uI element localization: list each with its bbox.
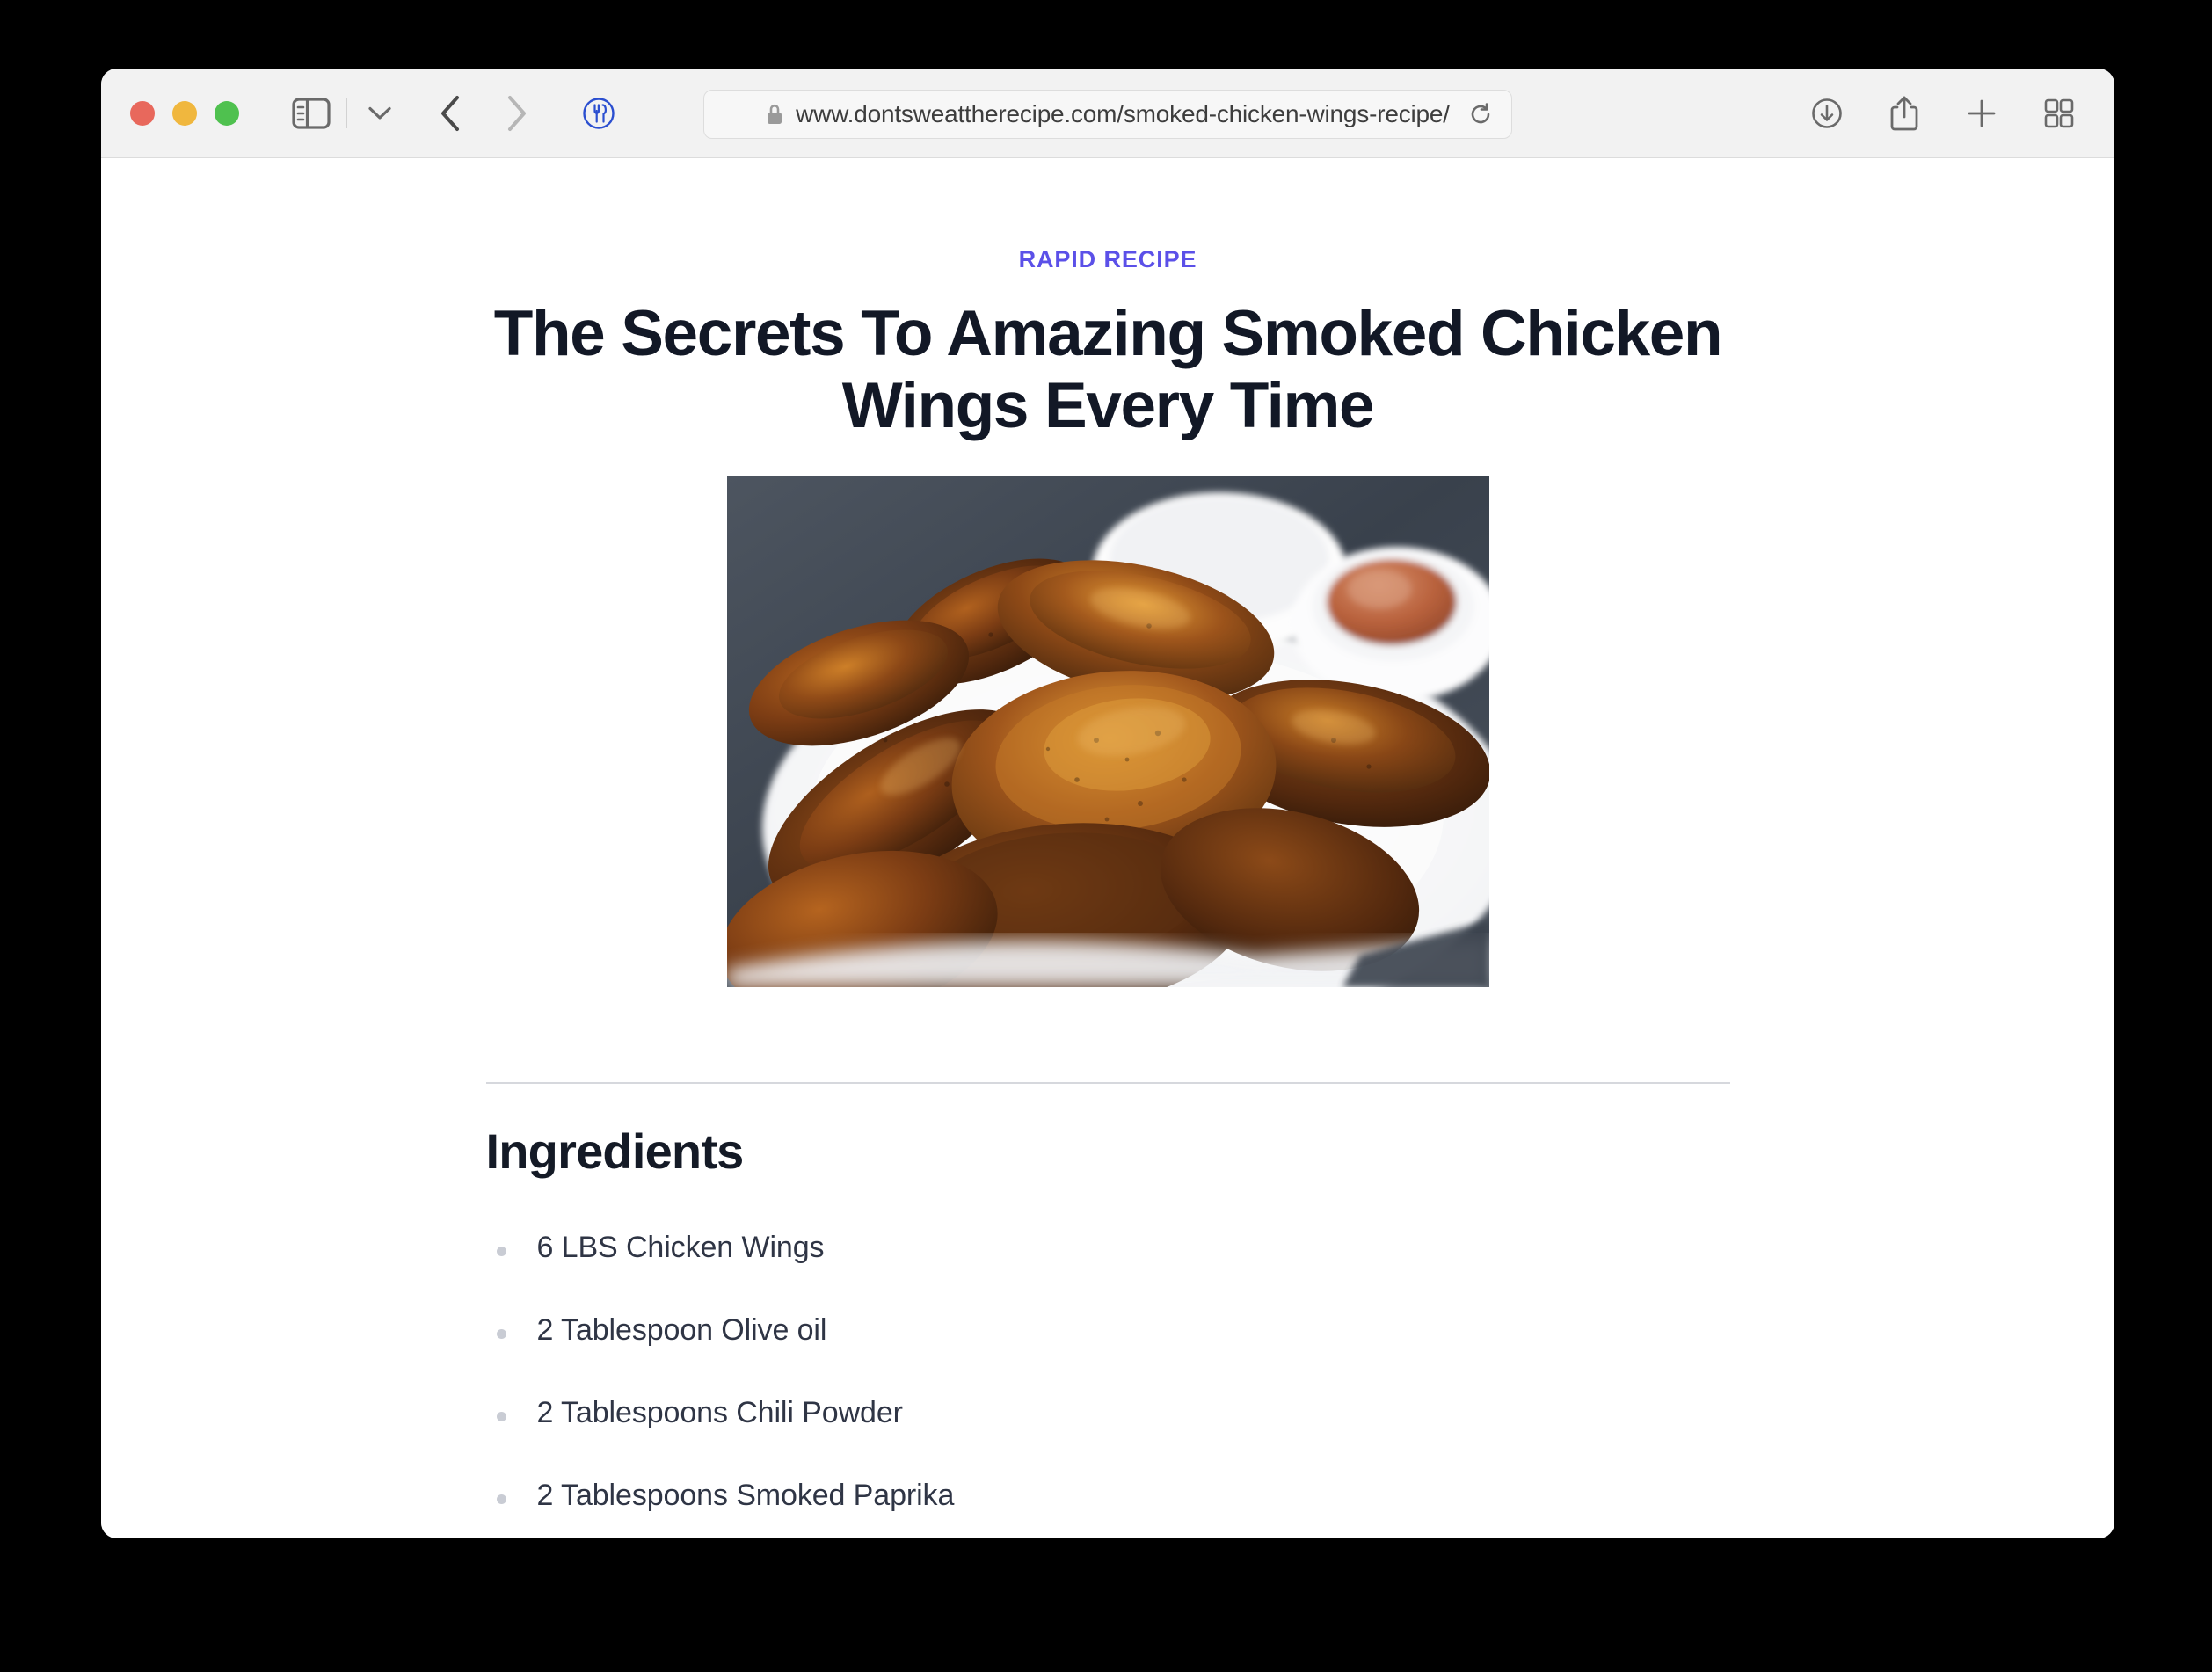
share-icon[interactable] [1884,93,1925,134]
traffic-lights [130,100,239,126]
ingredients-list: 6 LBS Chicken Wings 2 Tablespoon Olive o… [486,1231,1730,1538]
ingredients-heading: Ingredients [485,1123,745,1179]
list-item: 2 Tablespoons Smoked Paprika [486,1479,1730,1513]
close-window-button[interactable] [130,100,155,126]
reload-icon[interactable] [1466,99,1495,129]
hero-image [726,476,1489,987]
new-tab-plus-icon[interactable] [1961,93,2002,134]
web-page-viewport: RAPID RECIPE The Secrets To Amazing Smok… [101,158,2114,1538]
sidebar-toggle-icon[interactable] [288,91,334,136]
tab-overview-grid-icon[interactable] [2039,93,2079,134]
lock-icon [766,103,783,126]
fork-and-knife-icon[interactable] [574,89,623,138]
download-icon[interactable] [1807,93,1847,134]
article-content: RAPID RECIPE The Secrets To Amazing Smok… [101,158,2114,1538]
navigation-group [288,88,623,139]
browser-window: www.dontsweattherecipe.com/smoked-chicke… [101,69,2114,1538]
section-divider [485,1081,1730,1084]
address-bar[interactable]: www.dontsweattherecipe.com/smoked-chicke… [703,90,1512,139]
list-item: 6 LBS Chicken Wings [486,1231,1730,1265]
list-item: 2 Tablespoons Chili Powder [486,1396,1730,1430]
minimize-window-button[interactable] [172,100,197,126]
page-title: The Secrets To Amazing Smoked Chicken Wi… [493,298,1723,442]
url-text[interactable]: www.dontsweattherecipe.com/smoked-chicke… [796,100,1450,128]
browser-toolbar: www.dontsweattherecipe.com/smoked-chicke… [101,69,2114,158]
zoom-window-button[interactable] [215,100,239,126]
chevron-down-icon[interactable] [360,91,400,136]
forward-button[interactable] [491,88,542,139]
list-item: 2 Tablespoon Olive oil [486,1313,1730,1348]
back-button[interactable] [425,88,476,139]
toolbar-right-group [1807,93,2079,134]
toolbar-divider [346,98,347,128]
address-bar-container: www.dontsweattherecipe.com/smoked-chicke… [703,90,1512,139]
smoked-chicken-wings-photo [726,476,1489,987]
article-eyebrow: RAPID RECIPE [1018,246,1197,273]
